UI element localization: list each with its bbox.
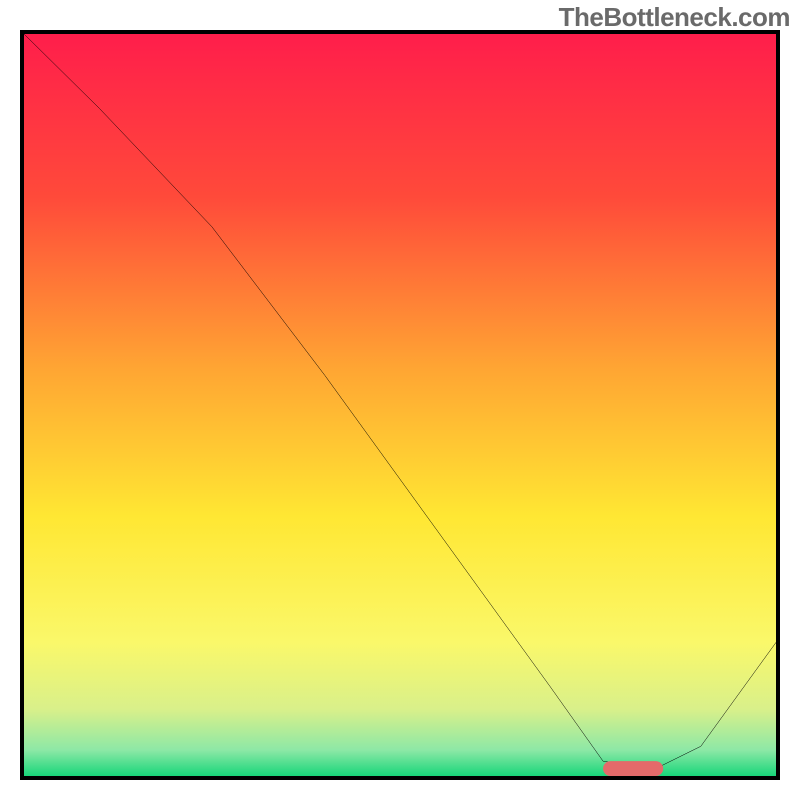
watermark-text: TheBottleneck.com (559, 2, 790, 33)
gradient-background (24, 34, 776, 776)
chart-svg (24, 34, 776, 776)
optimal-range-marker (603, 761, 663, 776)
chart-frame: TheBottleneck.com (0, 0, 800, 800)
chart-plot-area (20, 30, 780, 780)
